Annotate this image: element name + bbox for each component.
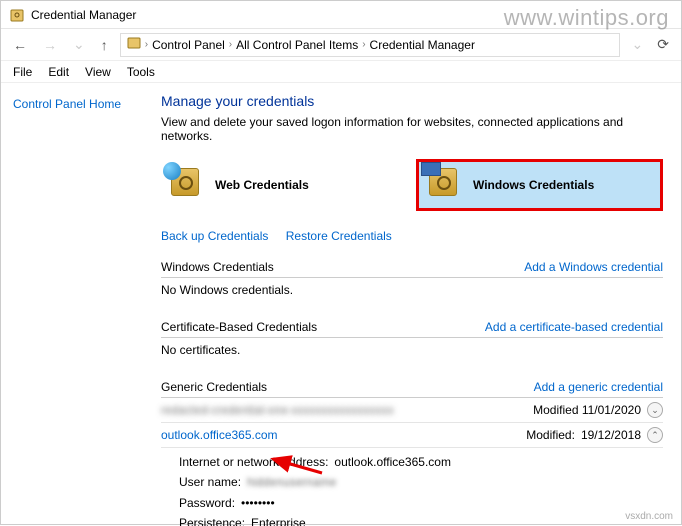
breadcrumb[interactable]: › Control Panel › All Control Panel Item… [120, 33, 620, 57]
add-generic-credential-link[interactable]: Add a generic credential [534, 380, 663, 394]
chevron-up-icon[interactable]: ⌃ [647, 427, 663, 443]
windows-credentials-icon [429, 168, 463, 202]
backup-restore-links: Back up Credentials Restore Credentials [161, 229, 663, 243]
menu-edit[interactable]: Edit [42, 63, 75, 81]
main-content: Manage your credentials View and delete … [151, 83, 681, 526]
persistence-value: Enterprise [251, 513, 306, 526]
modified-value: 19/12/2018 [581, 428, 641, 442]
username-value: hiddenusername [247, 472, 336, 492]
menu-file[interactable]: File [7, 63, 38, 81]
backup-link[interactable]: Back up Credentials [161, 229, 268, 243]
sidebar-home-link[interactable]: Control Panel Home [13, 97, 121, 111]
bottom-watermark: vsxdn.com [625, 511, 673, 522]
chevron-right-icon: › [145, 39, 148, 50]
address-value: outlook.office365.com [334, 452, 451, 472]
menu-tools[interactable]: Tools [121, 63, 161, 81]
title-bar: Credential Manager [1, 1, 681, 29]
chevron-down-icon[interactable]: ⌄ [647, 402, 663, 418]
section-body: No Windows credentials. [161, 278, 663, 307]
menu-bar: File Edit View Tools [1, 61, 681, 83]
credential-modified: Modified 11/01/2020 [533, 403, 641, 417]
tab-web-credentials[interactable]: Web Credentials [161, 159, 402, 211]
forward-button[interactable]: → [39, 35, 61, 55]
section-windows-credentials: Windows Credentials Add a Windows creden… [161, 257, 663, 307]
credential-name: redacted-credential-one-xxxxxxxxxxxxxxxx… [161, 403, 394, 417]
section-generic-credentials: Generic Credentials Add a generic creden… [161, 377, 663, 526]
credential-name: outlook.office365.com [161, 428, 278, 442]
up-button[interactable]: ↑ [97, 35, 112, 55]
crumb-all-items[interactable]: All Control Panel Items [236, 38, 358, 52]
username-label: User name: [179, 472, 241, 492]
history-dropdown[interactable]: ⌄ [628, 34, 648, 55]
credential-row-expanded-header[interactable]: outlook.office365.com Modified: 19/12/20… [161, 423, 663, 448]
menu-view[interactable]: View [79, 63, 117, 81]
chevron-right-icon: › [229, 39, 232, 50]
page-subheading: View and delete your saved logon informa… [161, 115, 663, 143]
restore-link[interactable]: Restore Credentials [286, 229, 392, 243]
tab-web-label: Web Credentials [215, 178, 309, 192]
password-value: •••••••• [241, 493, 275, 513]
modified-label: Modified: [526, 428, 575, 442]
section-cert-credentials: Certificate-Based Credentials Add a cert… [161, 317, 663, 367]
credential-details: Internet or network address: outlook.off… [161, 448, 663, 526]
tab-windows-label: Windows Credentials [473, 178, 594, 192]
credential-tabs: Web Credentials Windows Credentials [161, 159, 663, 211]
sidebar: Control Panel Home [1, 83, 151, 526]
page-heading: Manage your credentials [161, 93, 663, 109]
credential-manager-icon [127, 36, 141, 53]
add-cert-credential-link[interactable]: Add a certificate-based credential [485, 320, 663, 334]
web-credentials-icon [171, 168, 205, 202]
section-body: No certificates. [161, 338, 663, 367]
refresh-button[interactable]: ⟳ [653, 34, 673, 55]
tab-windows-credentials[interactable]: Windows Credentials [416, 159, 663, 211]
credential-manager-icon [9, 7, 25, 23]
back-button[interactable]: ← [9, 35, 31, 55]
chevron-right-icon: › [362, 39, 365, 50]
password-label: Password: [179, 493, 235, 513]
section-title: Generic Credentials [161, 380, 267, 394]
add-windows-credential-link[interactable]: Add a Windows credential [524, 260, 663, 274]
window-title: Credential Manager [31, 8, 136, 22]
section-title: Certificate-Based Credentials [161, 320, 317, 334]
nav-bar: ← → ⌄ ↑ › Control Panel › All Control Pa… [1, 29, 681, 61]
recent-dropdown[interactable]: ⌄ [69, 34, 89, 55]
persistence-label: Persistence: [179, 513, 245, 526]
address-label: Internet or network address: [179, 452, 328, 472]
credential-row[interactable]: redacted-credential-one-xxxxxxxxxxxxxxxx… [161, 398, 663, 423]
section-title: Windows Credentials [161, 260, 274, 274]
crumb-credential-manager[interactable]: Credential Manager [370, 38, 475, 52]
crumb-control-panel[interactable]: Control Panel [152, 38, 225, 52]
